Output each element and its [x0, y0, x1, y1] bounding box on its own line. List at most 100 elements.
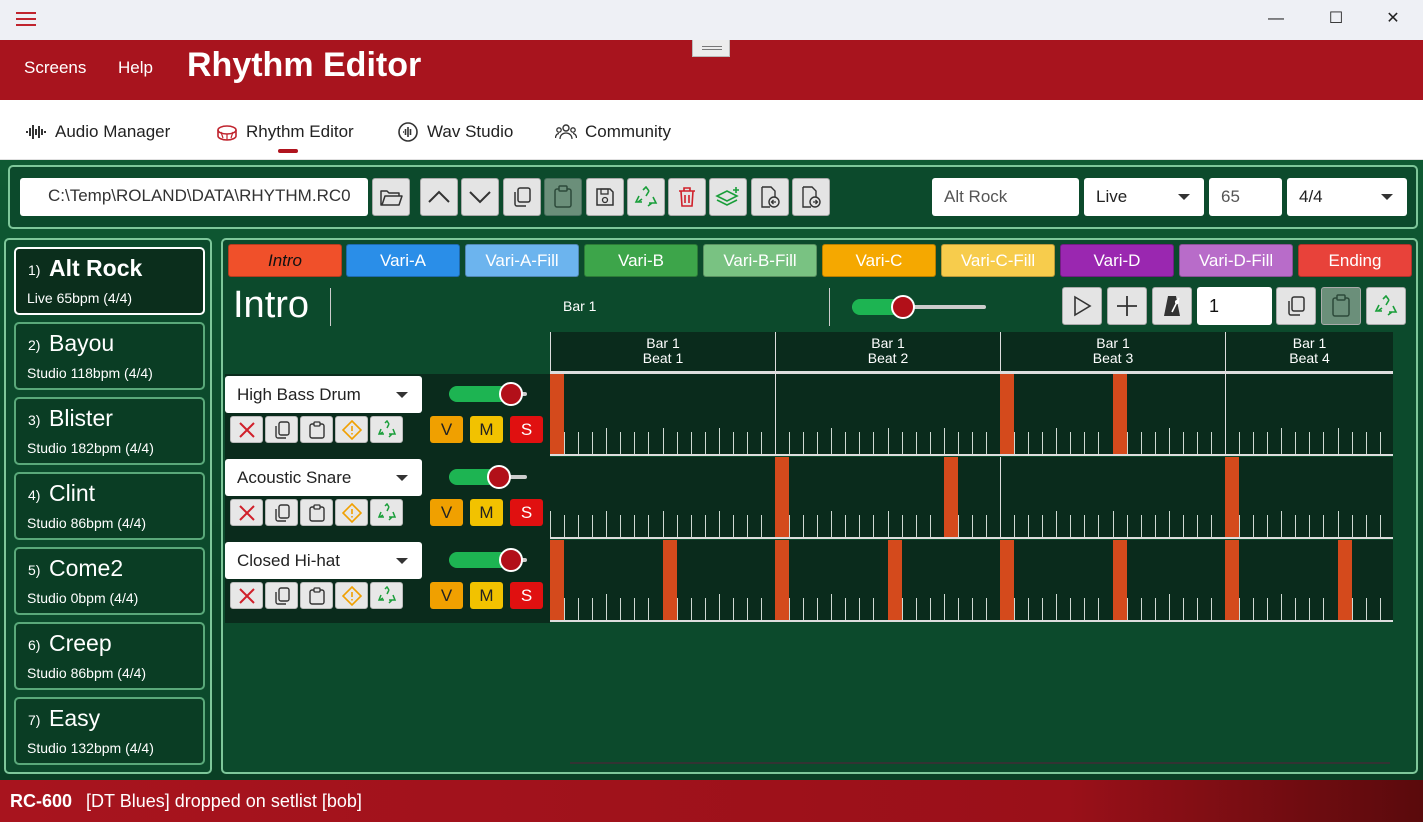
tab-vari-b-fill[interactable]: Vari-B-Fill	[703, 244, 817, 277]
slider-knob[interactable]	[487, 465, 511, 489]
close-button[interactable]: ✕	[1381, 8, 1405, 32]
setlist-item[interactable]: 2) Bayou Studio 118bpm (4/4)	[14, 322, 205, 390]
tab-vari-d[interactable]: Vari-D	[1060, 244, 1174, 277]
paste-bar-button[interactable]	[1321, 287, 1361, 325]
mute-button[interactable]: M	[470, 499, 503, 526]
track-volume-slider[interactable]	[449, 382, 529, 406]
drag-handle[interactable]	[692, 40, 730, 57]
instrument-select[interactable]: High Bass Drum	[225, 376, 422, 413]
tab-vari-d-fill[interactable]: Vari-D-Fill	[1179, 244, 1293, 277]
menu-help[interactable]: Help	[118, 58, 153, 78]
setlist-item[interactable]: 5) Come2 Studio 0bpm (4/4)	[14, 547, 205, 615]
note-hit[interactable]	[1338, 540, 1352, 620]
slider-knob[interactable]	[499, 382, 523, 406]
copy-button[interactable]	[503, 178, 541, 216]
note-hit[interactable]	[888, 540, 902, 620]
instrument-select[interactable]: Acoustic Snare	[225, 459, 422, 496]
note-hit[interactable]	[775, 457, 789, 537]
slider-knob[interactable]	[891, 295, 915, 319]
solo-button[interactable]: S	[510, 416, 543, 443]
copy-bar-button[interactable]	[1276, 287, 1316, 325]
nav-wav-studio[interactable]: Wav Studio	[397, 120, 513, 144]
track-volume-slider[interactable]	[449, 465, 529, 489]
solo-button[interactable]: S	[510, 582, 543, 609]
tab-intro[interactable]: Intro	[228, 244, 342, 277]
instrument-select[interactable]: Closed Hi-hat	[225, 542, 422, 579]
delete-track-button[interactable]	[230, 582, 263, 609]
save-button[interactable]	[586, 178, 624, 216]
paste-button[interactable]	[544, 178, 582, 216]
recycle-track-button[interactable]	[370, 582, 403, 609]
delete-button[interactable]	[668, 178, 706, 216]
nav-community[interactable]: Community	[555, 120, 671, 144]
note-hit[interactable]	[550, 540, 564, 620]
menu-screens[interactable]: Screens	[24, 58, 86, 78]
delete-track-button[interactable]	[230, 416, 263, 443]
rhythm-name-input[interactable]: Alt Rock	[932, 178, 1079, 216]
maximize-button[interactable]: ☐	[1324, 8, 1348, 32]
add-bar-button[interactable]	[1107, 287, 1147, 325]
track-grid-row[interactable]	[550, 374, 1393, 456]
vari-button[interactable]: V	[430, 582, 463, 609]
solo-button[interactable]: S	[510, 499, 543, 526]
note-hit[interactable]	[550, 374, 564, 454]
slider-knob[interactable]	[499, 548, 523, 572]
recycle-button[interactable]	[627, 178, 665, 216]
move-down-button[interactable]	[461, 178, 499, 216]
horizontal-scrollbar[interactable]	[570, 762, 1390, 764]
mute-button[interactable]: M	[470, 416, 503, 443]
tab-vari-a[interactable]: Vari-A	[346, 244, 460, 277]
master-volume-slider[interactable]	[852, 295, 988, 319]
open-folder-button[interactable]	[372, 178, 410, 216]
vari-button[interactable]: V	[430, 499, 463, 526]
track-grid-row[interactable]	[550, 540, 1393, 622]
setlist-item[interactable]: 4) Clint Studio 86bpm (4/4)	[14, 472, 205, 540]
mode-select[interactable]: Live	[1084, 178, 1204, 216]
metronome-button[interactable]	[1152, 287, 1192, 325]
import-file-button[interactable]	[751, 178, 789, 216]
copy-track-button[interactable]	[265, 499, 298, 526]
nav-rhythm-editor[interactable]: Rhythm Editor	[216, 120, 354, 144]
bar-number-input[interactable]: 1	[1197, 287, 1272, 325]
track-volume-slider[interactable]	[449, 548, 529, 572]
note-hit[interactable]	[1225, 457, 1239, 537]
warning-track-button[interactable]	[335, 499, 368, 526]
file-path-input[interactable]: C:\Temp\ROLAND\DATA\RHYTHM.RC0	[20, 178, 368, 216]
hamburger-menu-icon[interactable]	[16, 12, 36, 27]
note-hit[interactable]	[1000, 374, 1014, 454]
copy-track-button[interactable]	[265, 582, 298, 609]
setlist-item[interactable]: 1) Alt Rock Live 65bpm (4/4)	[14, 247, 205, 315]
note-hit[interactable]	[944, 457, 958, 537]
note-hit[interactable]	[775, 540, 789, 620]
copy-track-button[interactable]	[265, 416, 298, 443]
time-signature-select[interactable]: 4/4	[1287, 178, 1407, 216]
note-hit[interactable]	[1113, 540, 1127, 620]
tab-ending[interactable]: Ending	[1298, 244, 1412, 277]
tab-vari-c-fill[interactable]: Vari-C-Fill	[941, 244, 1055, 277]
note-hit[interactable]	[1113, 374, 1127, 454]
paste-track-button[interactable]	[300, 582, 333, 609]
tab-vari-c[interactable]: Vari-C	[822, 244, 936, 277]
note-hit[interactable]	[1225, 540, 1239, 620]
warning-track-button[interactable]	[335, 582, 368, 609]
paste-track-button[interactable]	[300, 499, 333, 526]
tab-vari-b[interactable]: Vari-B	[584, 244, 698, 277]
mute-button[interactable]: M	[470, 582, 503, 609]
note-hit[interactable]	[663, 540, 677, 620]
warning-track-button[interactable]	[335, 416, 368, 443]
delete-track-button[interactable]	[230, 499, 263, 526]
vari-button[interactable]: V	[430, 416, 463, 443]
export-file-button[interactable]	[792, 178, 830, 216]
nav-audio-manager[interactable]: Audio Manager	[25, 120, 170, 144]
minimize-button[interactable]: —	[1264, 8, 1288, 32]
add-layer-button[interactable]	[709, 178, 747, 216]
note-hit[interactable]	[1000, 540, 1014, 620]
recycle-track-button[interactable]	[370, 416, 403, 443]
track-grid-row[interactable]	[550, 457, 1393, 539]
move-up-button[interactable]	[420, 178, 458, 216]
play-button[interactable]	[1062, 287, 1102, 325]
tab-vari-a-fill[interactable]: Vari-A-Fill	[465, 244, 579, 277]
tempo-input[interactable]: 65	[1209, 178, 1282, 216]
paste-track-button[interactable]	[300, 416, 333, 443]
recycle-bar-button[interactable]	[1366, 287, 1406, 325]
